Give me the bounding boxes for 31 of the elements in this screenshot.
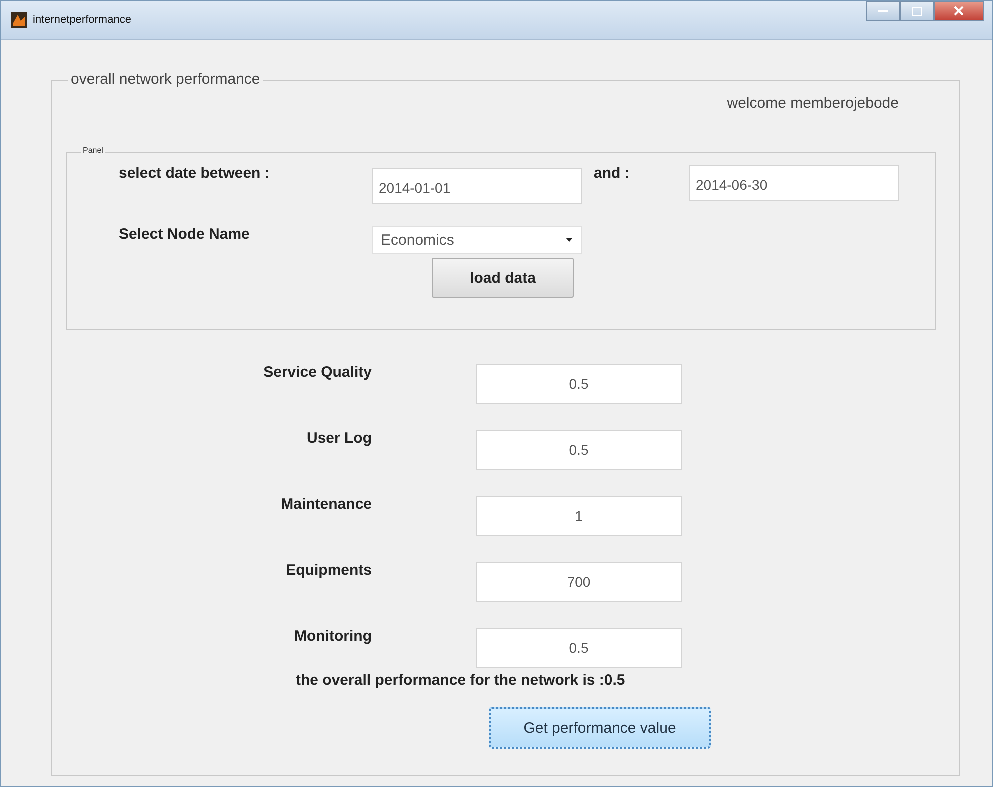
node-dropdown[interactable]: Economics bbox=[372, 226, 582, 254]
close-button[interactable] bbox=[934, 1, 984, 21]
caret-icon bbox=[566, 238, 573, 242]
metric-field[interactable]: 1 bbox=[476, 496, 682, 536]
minimize-icon bbox=[878, 9, 888, 13]
maximize-icon bbox=[912, 6, 922, 16]
close-icon bbox=[954, 6, 964, 16]
node-label: Select Node Name bbox=[118, 226, 251, 243]
result-text: the overall performance for the network is :0.5 bbox=[295, 672, 626, 689]
date-to-field[interactable]: 2014-06-30 bbox=[689, 165, 899, 201]
group-title: overall network performance bbox=[68, 71, 264, 88]
app-icon bbox=[11, 12, 27, 28]
and-label: and : bbox=[594, 165, 631, 182]
metric-field[interactable]: 0.5 bbox=[476, 364, 682, 404]
metric-label: User Log bbox=[306, 430, 372, 447]
metric-label: Maintenance bbox=[280, 496, 372, 513]
load-data-button[interactable]: load data bbox=[432, 258, 574, 298]
metric-field[interactable]: 700 bbox=[476, 562, 682, 602]
metric-label: Service Quality bbox=[262, 364, 372, 381]
welcome-text: welcome memberojebode bbox=[727, 95, 899, 112]
maximize-button[interactable] bbox=[900, 1, 934, 21]
metric-label: Equipments bbox=[285, 562, 372, 579]
metric-field[interactable]: 0.5 bbox=[476, 628, 682, 668]
date-from-field[interactable]: 2014-01-01 bbox=[372, 168, 582, 204]
date-label: select date between : bbox=[118, 165, 271, 182]
get-performance-button[interactable]: Get performance value bbox=[489, 707, 711, 749]
window-title: internetperformance bbox=[33, 14, 132, 26]
panel-title: Panel bbox=[81, 146, 106, 155]
metric-field[interactable]: 0.5 bbox=[476, 430, 682, 470]
minimize-button[interactable] bbox=[866, 1, 900, 21]
metric-label: Monitoring bbox=[294, 628, 372, 645]
